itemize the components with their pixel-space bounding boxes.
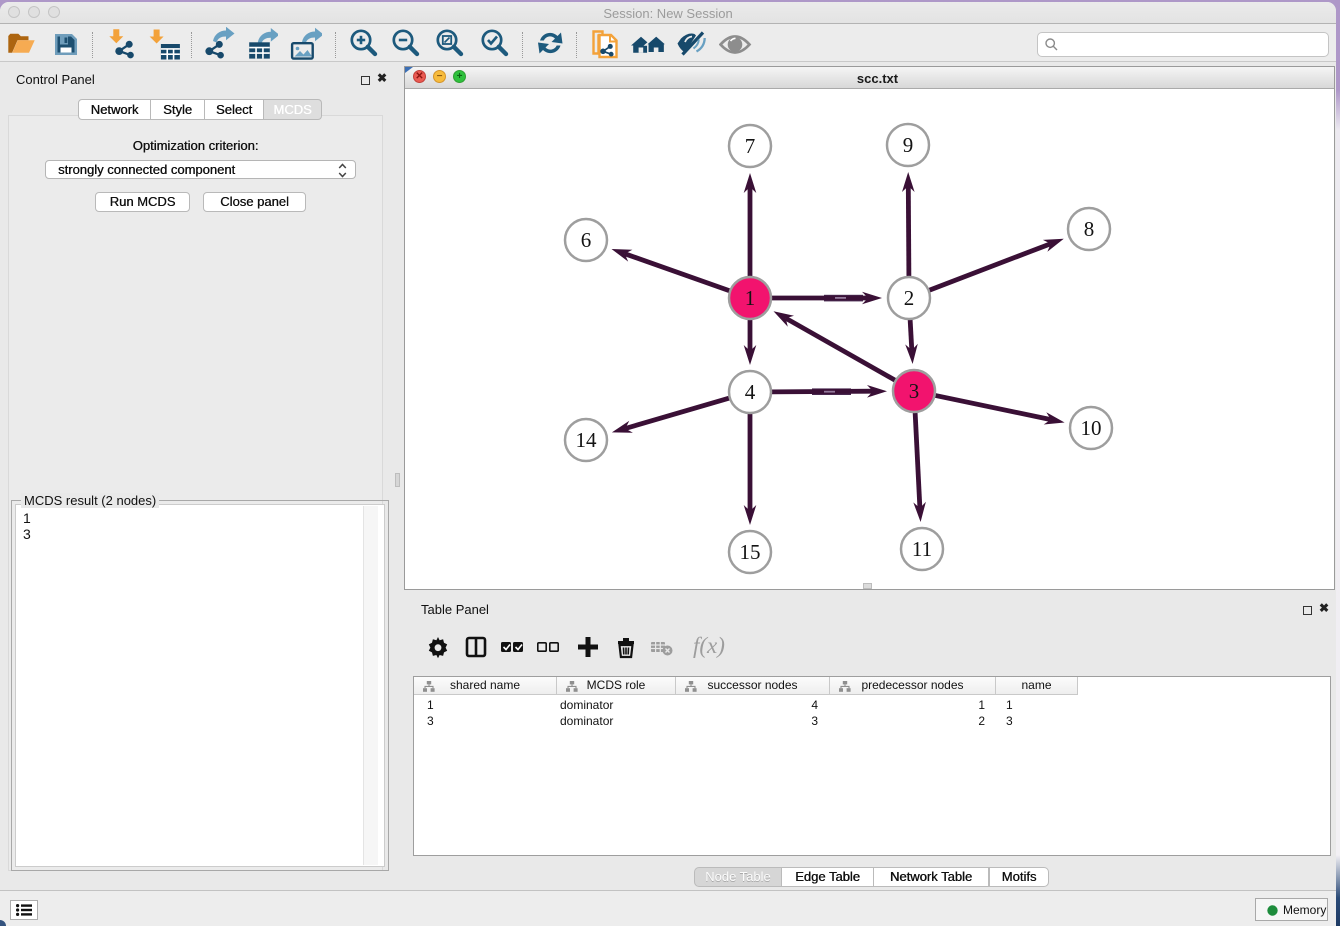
svg-text:11: 11 <box>912 537 932 561</box>
svg-text:1: 1 <box>745 286 756 310</box>
svg-text:10: 10 <box>1081 416 1102 440</box>
svg-text:9: 9 <box>903 133 914 157</box>
svg-text:6: 6 <box>581 228 592 252</box>
svg-text:7: 7 <box>745 134 756 158</box>
svg-text:8: 8 <box>1084 217 1095 241</box>
svg-text:4: 4 <box>745 380 756 404</box>
svg-text:14: 14 <box>576 428 598 452</box>
svg-text:3: 3 <box>909 379 920 403</box>
svg-text:15: 15 <box>740 540 761 564</box>
svg-text:2: 2 <box>904 286 915 310</box>
